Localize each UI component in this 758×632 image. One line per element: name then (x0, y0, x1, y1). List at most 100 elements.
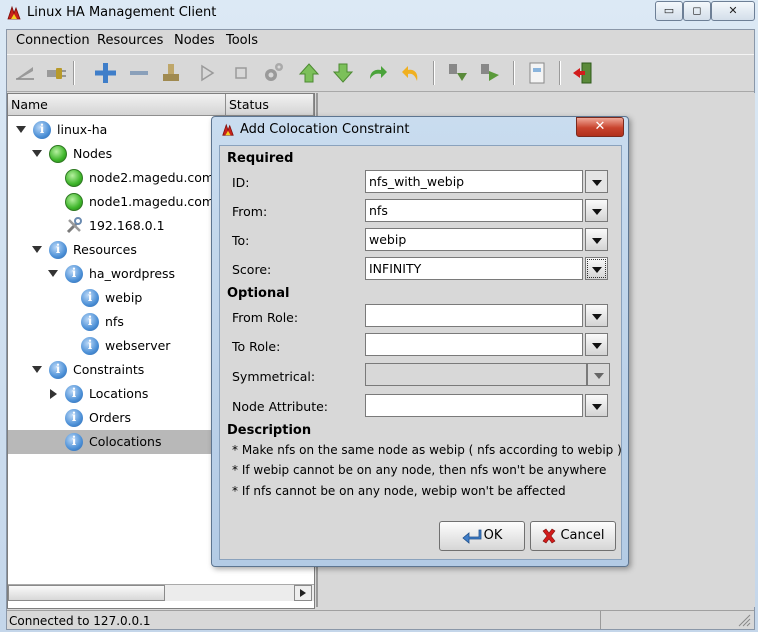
red-x-icon (543, 528, 556, 543)
from-combo[interactable]: nfs (365, 199, 608, 222)
info-icon (65, 385, 83, 403)
from-label: From: (232, 204, 268, 219)
from-input[interactable]: nfs (365, 199, 583, 222)
chevron-down-icon[interactable] (585, 199, 608, 222)
chevron-down-icon[interactable] (585, 228, 608, 251)
close-icon: ✕ (594, 119, 606, 134)
dialog-close-button[interactable]: ✕ (576, 117, 624, 137)
column-header-name[interactable]: Name (8, 94, 226, 116)
node-attribute-input[interactable] (365, 394, 583, 417)
menu-tools[interactable]: Tools (226, 33, 258, 48)
collapse-toggle-icon[interactable] (50, 389, 57, 399)
expand-toggle-icon[interactable] (32, 366, 42, 373)
default-action-icon[interactable] (261, 61, 285, 85)
redo-icon[interactable] (365, 61, 389, 85)
undo-icon[interactable] (399, 61, 423, 85)
from-role-label: From Role: (232, 310, 299, 325)
minimize-button[interactable]: ▭ (655, 1, 683, 21)
description-line: * If nfs cannot be on any node, webip wo… (232, 484, 566, 498)
maximize-icon: ◻ (692, 4, 702, 17)
heartbeat-logo-icon (222, 123, 234, 136)
status-ok-icon (65, 193, 83, 211)
view-xml-icon[interactable] (525, 61, 549, 85)
id-label: ID: (232, 175, 250, 190)
connect-icon[interactable] (13, 61, 37, 85)
chevron-down-icon[interactable] (585, 333, 608, 356)
description-line: * Make nfs on the same node as webip ( n… (232, 443, 622, 457)
scrollbar-thumb[interactable] (8, 585, 165, 601)
info-icon (65, 409, 83, 427)
cleanup-icon[interactable] (159, 61, 183, 85)
cancel-button[interactable]: Cancel (530, 521, 616, 551)
to-combo[interactable]: webip (365, 228, 608, 251)
info-icon (65, 265, 83, 283)
from-role-input[interactable] (365, 304, 583, 327)
score-label: Score: (232, 262, 272, 277)
node-attribute-combo[interactable] (365, 394, 608, 417)
from-role-combo[interactable] (365, 304, 608, 327)
tree-item-label: ha_wordpress (89, 266, 176, 281)
disconnect-icon[interactable] (43, 61, 67, 85)
symmetrical-combo[interactable] (365, 363, 610, 386)
column-header-status[interactable]: Status (226, 94, 314, 116)
id-combo[interactable]: nfs_with_webip (365, 170, 608, 193)
score-combo[interactable]: INFINITY (365, 257, 608, 280)
info-icon (49, 361, 67, 379)
menu-bar: Connection Resources Nodes Tools (7, 30, 754, 52)
stop-icon[interactable] (229, 61, 253, 85)
expand-toggle-icon[interactable] (48, 270, 58, 277)
to-role-input[interactable] (365, 333, 583, 356)
dialog-body: Required ID: nfs_with_webip From: nfs To… (219, 145, 622, 560)
tree-item-label: 192.168.0.1 (89, 218, 165, 233)
horizontal-scrollbar[interactable] (8, 584, 314, 601)
menu-connection[interactable]: Connection (16, 33, 90, 48)
tree-item-label: Nodes (73, 146, 113, 161)
chevron-down-icon[interactable] (585, 257, 608, 280)
title-bar[interactable]: Linux HA Management Client ▭ ◻ ✕ (0, 0, 758, 28)
chevron-right-icon (300, 589, 306, 597)
ip-address-tools-icon (66, 217, 82, 234)
chevron-down-icon[interactable] (585, 394, 608, 417)
minimize-icon: ▭ (663, 4, 675, 17)
move-down-icon[interactable] (331, 61, 355, 85)
chevron-down-icon[interactable] (585, 170, 608, 193)
maximize-button[interactable]: ◻ (683, 1, 711, 21)
expand-toggle-icon[interactable] (16, 126, 26, 133)
start-icon[interactable] (195, 61, 219, 85)
exit-icon[interactable] (571, 61, 595, 85)
toolbar-separator (559, 61, 561, 85)
ok-button[interactable]: OK (439, 521, 525, 551)
ok-button-label: OK (483, 528, 503, 543)
scroll-right-button[interactable] (294, 585, 312, 601)
tree-item-label: webip (105, 290, 143, 305)
tree-item-label: Constraints (73, 362, 145, 377)
id-input[interactable]: nfs_with_webip (365, 170, 583, 193)
chevron-down-icon[interactable] (587, 363, 610, 386)
toolbar-separator (73, 61, 75, 85)
chevron-down-icon[interactable] (585, 304, 608, 327)
add-icon[interactable] (93, 61, 117, 85)
tree-item-label: Orders (89, 410, 132, 425)
resize-grip-icon[interactable] (737, 613, 751, 627)
expand-toggle-icon[interactable] (32, 150, 42, 157)
to-input[interactable]: webip (365, 228, 583, 251)
symmetrical-select[interactable] (365, 363, 587, 386)
menu-resources[interactable]: Resources (97, 33, 163, 48)
node-attribute-label: Node Attribute: (232, 399, 329, 414)
status-separator (600, 611, 601, 629)
score-input[interactable]: INFINITY (365, 257, 583, 280)
heartbeat-logo-icon (7, 5, 21, 20)
move-up-icon[interactable] (297, 61, 321, 85)
to-role-combo[interactable] (365, 333, 608, 356)
expand-toggle-icon[interactable] (32, 246, 42, 253)
make-standby-icon[interactable] (445, 61, 469, 85)
close-window-button[interactable]: ✕ (711, 1, 755, 21)
close-icon: ✕ (728, 4, 738, 17)
make-active-icon[interactable] (477, 61, 501, 85)
cancel-button-label: Cancel (560, 528, 605, 543)
tree-item-label: node1.magedu.com (89, 194, 215, 209)
info-icon (65, 433, 83, 451)
menu-nodes[interactable]: Nodes (174, 33, 215, 48)
remove-icon[interactable] (127, 61, 151, 85)
tree-item-label: node2.magedu.com (89, 170, 215, 185)
